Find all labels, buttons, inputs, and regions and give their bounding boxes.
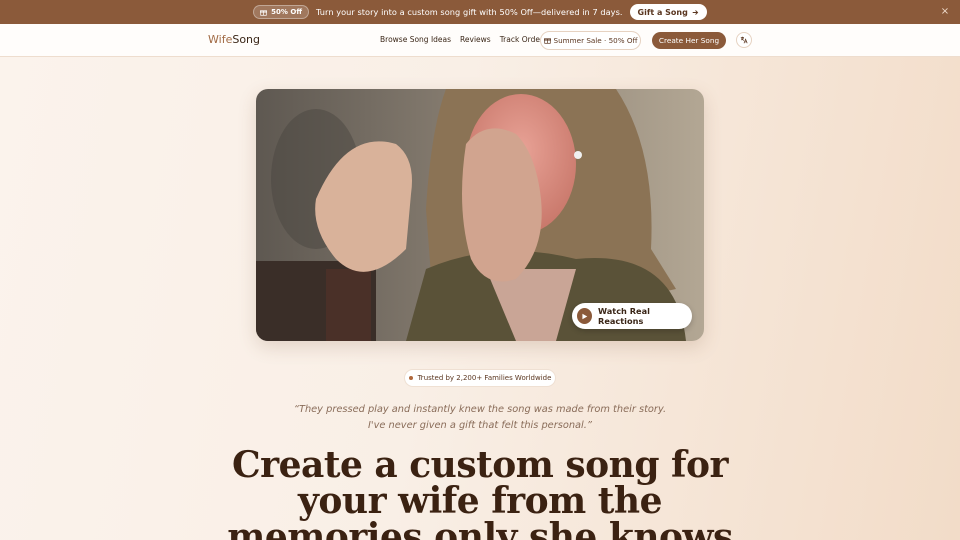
summer-sale-label: Summer Sale · 50% Off: [553, 36, 638, 45]
testimonial-quote: “They pressed play and instantly knew th…: [293, 404, 667, 431]
gift-a-song-label: Gift a Song: [637, 7, 688, 17]
summer-sale-pill[interactable]: Summer Sale · 50% Off: [540, 31, 641, 50]
site-header: WifeSong Browse Song Ideas Reviews Track…: [0, 24, 960, 57]
promo-text: Turn your story into a custom song gift …: [316, 7, 623, 17]
trust-badge-label: Trusted by 2,200+ Families Worldwide: [417, 374, 552, 382]
promo-bar: 50% Off Turn your story into a custom so…: [0, 0, 960, 24]
watch-real-reactions-button[interactable]: Watch Real Reactions: [572, 303, 692, 329]
main-nav: Browse Song Ideas Reviews Track Order: [380, 35, 543, 44]
arrow-right-icon: [692, 9, 699, 15]
play-icon: [577, 308, 593, 324]
gift-icon: [543, 38, 551, 44]
create-her-song-button[interactable]: Create Her Song: [652, 32, 726, 49]
watch-real-reactions-label: Watch Real Reactions: [598, 306, 650, 326]
status-dot-icon: [408, 376, 413, 380]
promo-badge: 50% Off: [253, 5, 309, 19]
nav-track-order[interactable]: Track Order: [500, 35, 543, 44]
translate-icon[interactable]: [736, 32, 752, 48]
promo-badge-label: 50% Off: [271, 8, 302, 16]
gift-icon: [260, 9, 268, 16]
logo-part-2: Song: [232, 33, 261, 46]
logo[interactable]: WifeSong: [208, 33, 260, 46]
nav-reviews[interactable]: Reviews: [460, 35, 491, 44]
nav-browse-song-ideas[interactable]: Browse Song Ideas: [380, 35, 451, 44]
gift-a-song-button[interactable]: Gift a Song: [629, 4, 707, 20]
logo-part-1: Wife: [208, 33, 233, 46]
trust-badge: Trusted by 2,200+ Families Worldwide: [404, 369, 556, 387]
page-title: Create a custom song for your wife from …: [227, 444, 733, 540]
close-icon[interactable]: ×: [938, 5, 952, 19]
